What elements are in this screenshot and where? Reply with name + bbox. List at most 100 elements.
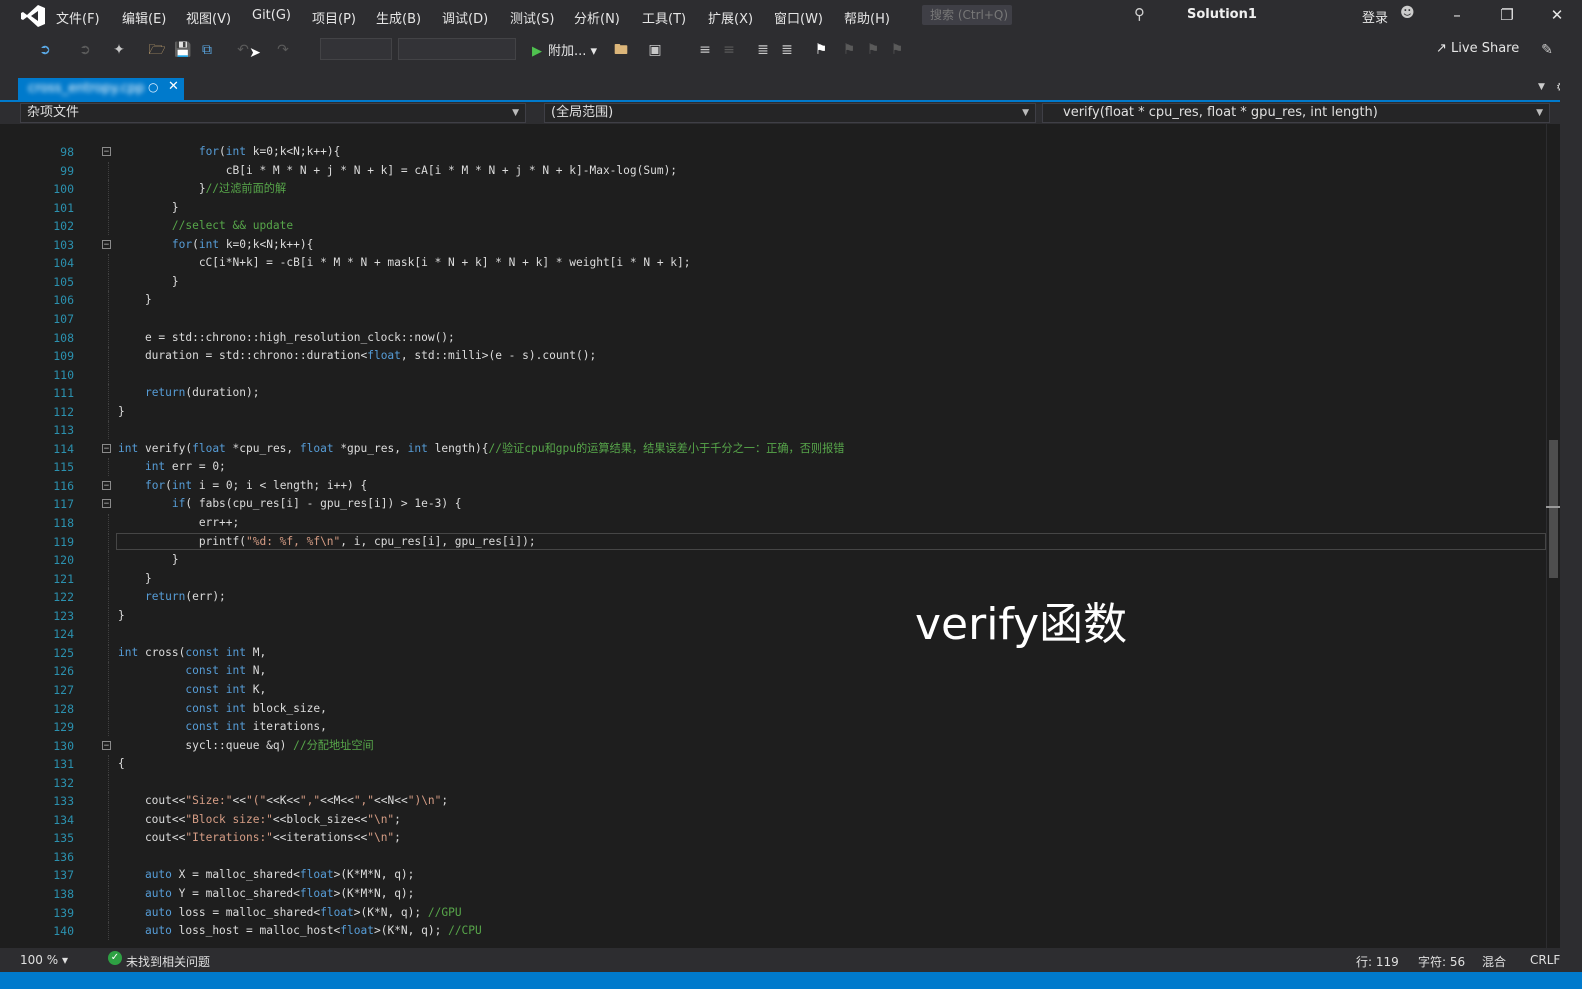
code-line[interactable]: 135 cout<<"Iterations:"<<iterations<<"\n…	[0, 829, 1560, 848]
menu-item-7[interactable]: 测试(S)	[510, 8, 554, 27]
indent-icon[interactable]: ≡	[696, 41, 714, 59]
code-line[interactable]: 102 //select && update	[0, 217, 1560, 236]
tab-list-dropdown-icon[interactable]: ▼	[1538, 82, 1545, 92]
pin-icon[interactable]: ○	[148, 80, 158, 94]
search-icon[interactable]: ⚲	[1134, 5, 1152, 23]
menu-item-0[interactable]: 文件(F)	[56, 8, 100, 27]
code-line[interactable]: 101 }	[0, 198, 1560, 217]
code-line[interactable]: 121 }	[0, 569, 1560, 588]
code-line[interactable]: 136	[0, 847, 1560, 866]
menu-item-5[interactable]: 生成(B)	[376, 8, 421, 27]
folder-icon[interactable]: 🖿	[612, 41, 630, 59]
feedback-icon[interactable]: ✎	[1538, 41, 1556, 59]
forward-icon[interactable]: ➲	[76, 41, 94, 59]
code-line[interactable]: 128 const int block_size,	[0, 699, 1560, 718]
code-line[interactable]: 112}	[0, 402, 1560, 421]
code-line[interactable]: 138 auto Y = malloc_shared<float>(K*M*N,…	[0, 885, 1560, 903]
code-line[interactable]: 132	[0, 773, 1560, 792]
collapse-icon[interactable]: −	[102, 499, 111, 509]
close-button[interactable]: ✕	[1546, 4, 1568, 26]
indent-mode[interactable]: 混合	[1482, 953, 1506, 970]
code-line[interactable]: 99 cB[i * M * N + j * N + k] = cA[i * M …	[0, 161, 1560, 180]
collapse-icon[interactable]: −	[102, 740, 111, 750]
configuration-dropdown[interactable]	[320, 38, 392, 60]
screenshot-icon[interactable]: ▣	[646, 41, 664, 59]
code-line[interactable]: 115 int err = 0;	[0, 458, 1560, 477]
tab-active-file[interactable]: cross_entropy.cpp	[18, 78, 184, 100]
bookmark-icon[interactable]: ⚑	[812, 41, 830, 59]
code-line[interactable]: 105 }	[0, 272, 1560, 291]
prev-bookmark-icon[interactable]: ⚑	[840, 41, 858, 59]
code-line[interactable]: 130 − sycl::queue &q) //分配地址空间	[0, 737, 1560, 755]
issues-status[interactable]: 未找到相关问题	[126, 953, 210, 970]
project-dropdown[interactable]: 杂项文件 ▼	[20, 103, 526, 123]
code-line[interactable]: 137 auto X = malloc_shared<float>(K*M*N,…	[0, 866, 1560, 885]
open-file-icon[interactable]: 🗁	[148, 41, 166, 59]
menu-item-11[interactable]: 窗口(W)	[774, 8, 823, 27]
code-line[interactable]: 106 }	[0, 291, 1560, 310]
code-line[interactable]: 127 const int K,	[0, 680, 1560, 699]
close-tab-icon[interactable]: ✕	[168, 79, 179, 94]
save-icon[interactable]: 💾	[174, 41, 192, 59]
code-line[interactable]: 123}	[0, 606, 1560, 625]
code-line[interactable]: 116 − for(int i = 0; i < length; i++) {	[0, 477, 1560, 495]
clear-bookmarks-icon[interactable]: ⚑	[888, 41, 906, 59]
code-line[interactable]: 139 auto loss = malloc_shared<float>(K*N…	[0, 903, 1560, 922]
menu-item-3[interactable]: Git(G)	[252, 8, 291, 23]
menu-item-8[interactable]: 分析(N)	[574, 8, 620, 27]
code-line[interactable]: 133 cout<<"Size:"<<"("<<K<<","<<M<<","<<…	[0, 792, 1560, 811]
code-line[interactable]: 104 cC[i*N+k] = -cB[i * M * N + mask[i *…	[0, 254, 1560, 273]
live-share-button[interactable]: ↗ Live Share	[1436, 41, 1519, 56]
code-line[interactable]: 108 e = std::chrono::high_resolution_clo…	[0, 328, 1560, 347]
code-line[interactable]: 122 return(err);	[0, 588, 1560, 607]
scrollbar-thumb[interactable]	[1549, 440, 1558, 578]
save-all-icon[interactable]: ⧉	[198, 41, 216, 59]
code-line[interactable]: 131 {	[0, 755, 1560, 774]
back-icon[interactable]: ➲	[36, 41, 54, 59]
code-line[interactable]: 111 return(duration);	[0, 384, 1560, 403]
minimize-button[interactable]: –	[1446, 4, 1468, 26]
code-line[interactable]: 125 int cross(const int M,	[0, 643, 1560, 662]
code-line[interactable]: 98 − for(int k=0;k<N;k++){	[0, 143, 1560, 161]
collapse-icon[interactable]: −	[102, 443, 111, 453]
code-line[interactable]: 100 }//过滤前面的解	[0, 180, 1560, 199]
member-dropdown[interactable]: verify(float * cpu_res, float * gpu_res,…	[1042, 103, 1550, 123]
code-line[interactable]: 129 const int iterations,	[0, 718, 1560, 737]
visual-studio-logo-icon[interactable]	[20, 4, 46, 28]
menu-item-6[interactable]: 调试(D)	[442, 8, 488, 27]
zoom-level[interactable]: 100 % ▾	[20, 953, 68, 967]
code-line[interactable]: 109 duration = std::chrono::duration<flo…	[0, 347, 1560, 366]
code-line[interactable]: 117 − if( fabs(cpu_res[i] - gpu_res[i]) >…	[0, 495, 1560, 513]
collapse-icon[interactable]: −	[102, 480, 111, 490]
uncomment-icon[interactable]: ≣	[778, 41, 796, 59]
menu-item-12[interactable]: 帮助(H)	[844, 8, 890, 27]
attach-button[interactable]: ▶ 附加... ▾	[532, 40, 597, 59]
code-line[interactable]: 114 − int verify(float *cpu_res, float *gp…	[0, 440, 1560, 458]
restore-button[interactable]: ❐	[1496, 4, 1518, 26]
platform-dropdown[interactable]	[398, 38, 516, 60]
collapse-icon[interactable]: −	[102, 147, 111, 157]
menu-item-10[interactable]: 扩展(X)	[708, 8, 753, 27]
code-line[interactable]: 120 }	[0, 551, 1560, 570]
code-line[interactable]: 140 auto loss_host = malloc_host<float>(…	[0, 922, 1560, 941]
line-indicator[interactable]: 行: 119	[1356, 953, 1399, 970]
code-line[interactable]: 118 err++;	[0, 514, 1560, 532]
comment-icon[interactable]: ≣	[754, 41, 772, 59]
line-ending[interactable]: CRLF	[1530, 953, 1560, 967]
column-indicator[interactable]: 字符: 56	[1418, 953, 1465, 970]
menu-item-9[interactable]: 工具(T)	[642, 8, 686, 27]
scope-dropdown[interactable]: (全局范围) ▼	[544, 103, 1036, 123]
code-line[interactable]: 134 cout<<"Block size:"<<block_size<<"\n…	[0, 810, 1560, 829]
next-bookmark-icon[interactable]: ⚑	[864, 41, 882, 59]
menu-item-4[interactable]: 项目(P)	[312, 8, 356, 27]
collapse-icon[interactable]: −	[102, 239, 111, 249]
menu-item-1[interactable]: 编辑(E)	[122, 8, 166, 27]
code-line[interactable]: 126 const int N,	[0, 662, 1560, 681]
login-link[interactable]: 登录	[1362, 7, 1388, 26]
redo-icon[interactable]: ↷	[274, 41, 292, 59]
account-icon[interactable]: ☻	[1400, 5, 1415, 21]
search-input[interactable]: 搜索 (Ctrl+Q)	[922, 5, 1012, 25]
code-line[interactable]: 103 − for(int k=0;k<N;k++){	[0, 236, 1560, 254]
menu-item-2[interactable]: 视图(V)	[186, 8, 231, 27]
new-item-icon[interactable]: ✦	[110, 41, 128, 59]
